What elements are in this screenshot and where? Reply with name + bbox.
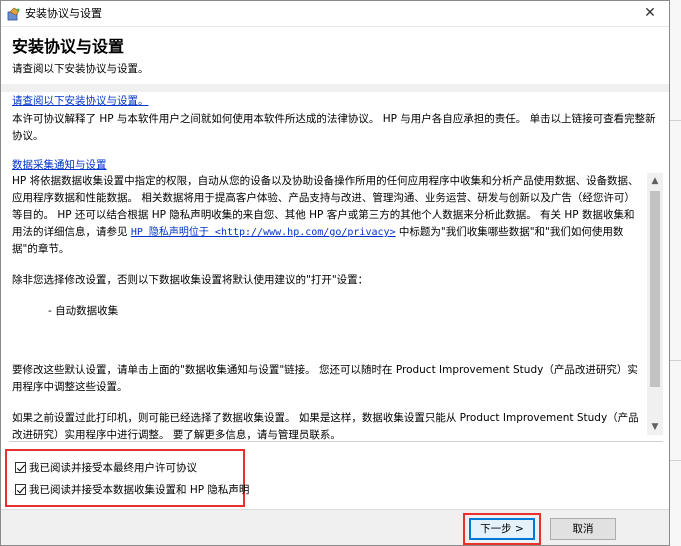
edge-line — [670, 120, 681, 121]
checkmark-icon[interactable] — [15, 461, 26, 473]
checkmark-icon[interactable] — [15, 483, 26, 495]
window-title: 安装协议与设置 — [25, 7, 102, 20]
scrollbar-thumb[interactable] — [650, 191, 660, 387]
section-divider — [9, 441, 663, 442]
data-collection-textbox[interactable]: HP 将依据数据收集设置中指定的权限，自动从您的设备以及协助设备操作所用的任何应… — [9, 173, 663, 441]
eula-checkbox-label[interactable]: 我已阅读并接受本最终用户许可协议 — [29, 460, 197, 475]
default-settings-paragraph: 除非您选择修改设置，否则以下数据收集设置将默认使用建议的"打开"设置： — [12, 274, 369, 286]
cancel-button[interactable]: 取消 — [550, 518, 616, 540]
title-bar: 安装协议与设置 ✕ — [1, 1, 669, 27]
background-window-edge — [670, 0, 681, 546]
license-agreement-link[interactable]: 请查阅以下安装协议与设置。 — [12, 93, 149, 108]
button-bar: 下一步 > 取消 — [1, 509, 669, 545]
privacy-checkbox-label[interactable]: 我已阅读并接受本数据收集设置和 HP 隐私声明 — [29, 482, 249, 497]
privacy-statement-link[interactable]: HP 隐私声明位于 <http://www.hp.com/go/privacy> — [131, 227, 396, 238]
edge-line — [670, 460, 681, 461]
edge-line — [670, 360, 681, 361]
data-collection-link[interactable]: 数据采集通知与设置 — [12, 157, 107, 172]
header-divider — [1, 84, 669, 92]
page-title: 安装协议与设置 — [12, 37, 125, 56]
eula-checkbox-row[interactable]: 我已阅读并接受本最终用户许可协议 — [15, 459, 197, 475]
installer-icon — [7, 7, 20, 21]
modify-settings-paragraph: 要修改这些默认设置，请单击上面的"数据收集通知与设置"链接。 您还可以随时在 P… — [12, 364, 638, 393]
data-collection-paragraph: HP 将依据数据收集设置中指定的权限，自动从您的设备以及协助设备操作所用的任何应… — [12, 173, 640, 258]
next-button[interactable]: 下一步 > — [469, 518, 535, 540]
previous-setup-paragraph: 如果之前设置过此打印机，则可能已经选择了数据收集设置。 如果是这样，数据收集设置… — [12, 412, 639, 441]
scroll-down-icon[interactable]: ▼ — [647, 419, 663, 435]
close-icon[interactable]: ✕ — [641, 4, 659, 22]
page-subtitle: 请查阅以下安装协议与设置。 — [12, 63, 149, 75]
scroll-up-icon[interactable]: ▲ — [647, 173, 663, 189]
vertical-scrollbar[interactable]: ▲ ▼ — [647, 173, 663, 435]
privacy-checkbox-row[interactable]: 我已阅读并接受本数据收集设置和 HP 隐私声明 — [15, 481, 249, 497]
textbox-content: HP 将依据数据收集设置中指定的权限，自动从您的设备以及协助设备操作所用的任何应… — [12, 173, 640, 458]
content-area: 请查阅以下安装协议与设置。 本许可协议解释了 HP 与本软件用户之间就如何使用本… — [1, 93, 669, 441]
auto-data-collection-item: - 自动数据收集 — [48, 305, 119, 317]
installer-window: 安装协议与设置 ✕ 安装协议与设置 请查阅以下安装协议与设置。 请查阅以下安装协… — [0, 0, 670, 546]
license-description: 本许可协议解释了 HP 与本软件用户之间就如何使用本软件所达成的法律协议。 HP… — [12, 113, 656, 142]
header-panel: 安装协议与设置 请查阅以下安装协议与设置。 — [1, 27, 669, 92]
agreement-checkboxes-highlight: 我已阅读并接受本最终用户许可协议 我已阅读并接受本数据收集设置和 HP 隐私声明 — [5, 449, 249, 507]
